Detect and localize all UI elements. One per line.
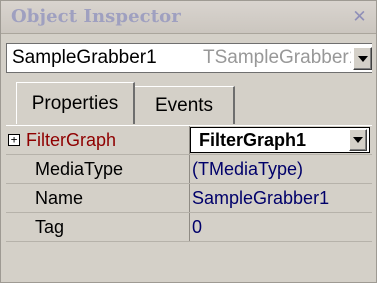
property-row-tag[interactable]: Tag 0 — [6, 213, 372, 242]
property-value: FilterGraph1 — [199, 130, 307, 150]
property-grid: + FilterGraph FilterGraph1 MediaType (TM… — [6, 125, 372, 275]
property-dropdown-button[interactable] — [349, 129, 367, 151]
column-divider — [189, 155, 190, 183]
chevron-down-icon — [353, 137, 363, 143]
close-icon[interactable]: ✕ — [351, 7, 368, 27]
object-inspector-window: Object Inspector ✕ SampleGrabber1 TSampl… — [0, 0, 377, 283]
property-row-filtergraph[interactable]: + FilterGraph FilterGraph1 — [6, 126, 372, 155]
property-value[interactable]: SampleGrabber1 — [192, 184, 329, 212]
tab-properties[interactable]: Properties — [16, 82, 135, 124]
component-dropdown-button[interactable] — [353, 47, 372, 70]
property-value[interactable]: 0 — [192, 213, 202, 241]
component-selector[interactable]: SampleGrabber1 TSampleGrabber1 — [6, 43, 372, 73]
property-name: Tag — [35, 217, 65, 237]
tab-strip: Properties Events — [6, 81, 371, 126]
column-divider — [189, 184, 190, 212]
chevron-down-icon — [357, 55, 368, 62]
component-name: SampleGrabber1 — [12, 47, 157, 68]
column-divider — [189, 213, 190, 241]
property-name: Name — [35, 188, 84, 208]
property-name: MediaType — [35, 159, 124, 179]
component-type: TSampleGrabber1 — [203, 47, 351, 68]
title-bar[interactable]: Object Inspector ✕ — [1, 1, 376, 34]
tab-events[interactable]: Events — [135, 86, 235, 124]
property-row-name[interactable]: Name SampleGrabber1 — [6, 184, 372, 213]
property-value-editor[interactable]: FilterGraph1 — [190, 127, 370, 153]
window-title: Object Inspector — [11, 6, 181, 27]
property-row-mediatype[interactable]: MediaType (TMediaType) — [6, 155, 372, 184]
property-value[interactable]: (TMediaType) — [192, 155, 303, 183]
property-name: FilterGraph — [26, 130, 117, 150]
